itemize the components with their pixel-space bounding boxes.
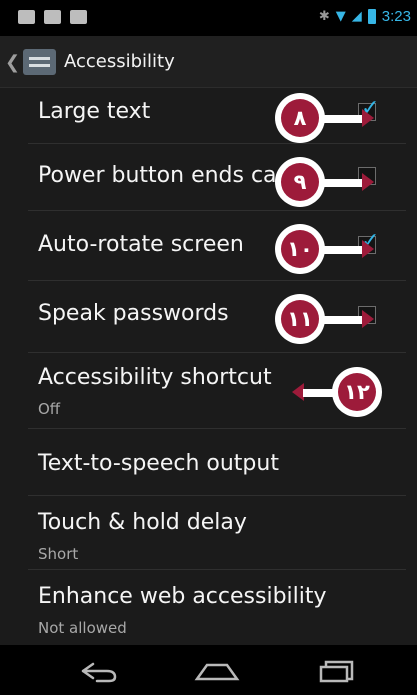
setting-title: Enhance web accessibility: [38, 584, 327, 609]
callout-label: ١٢: [338, 373, 376, 411]
setting-title: Text-to-speech output: [38, 451, 279, 476]
setting-title: Accessibility shortcut: [38, 365, 272, 390]
mail-icon: [18, 10, 35, 24]
setting-title: Large text: [38, 99, 151, 124]
status-bar: ✱ ▼ ◢ 3:23: [0, 0, 417, 36]
callout-arrow: [320, 246, 363, 254]
callout-arrow: [320, 316, 363, 324]
action-bar: ❮ Accessibility: [0, 36, 417, 88]
recent-apps-icon[interactable]: [318, 659, 356, 684]
download-icon: [44, 10, 61, 24]
callout-arrow: [320, 115, 363, 123]
accessibility-settings-icon[interactable]: [23, 49, 56, 75]
wifi-icon: ▼: [335, 9, 346, 24]
callout-arrowhead: [362, 109, 374, 127]
callout-arrowhead: [362, 310, 374, 328]
navigation-bar: [0, 645, 417, 695]
setting-touch-hold-delay[interactable]: Touch & hold delay Short: [28, 496, 406, 570]
callout-badge: ١٢: [335, 370, 379, 414]
notification-icons: [18, 10, 87, 24]
setting-enhance-web[interactable]: Enhance web accessibility Not allowed: [28, 570, 406, 645]
callout-11: ١١: [278, 297, 378, 341]
chevron-left-icon[interactable]: ❮: [5, 52, 20, 73]
setting-subtitle: Short: [38, 545, 79, 563]
settings-list: Large text ✓ Power button ends ca Auto-r…: [0, 88, 417, 645]
callout-label: ٩: [281, 163, 319, 201]
callout-badge: ١٠: [278, 227, 322, 271]
setting-title: Touch & hold delay: [38, 510, 247, 535]
callout-arrow: [320, 179, 363, 187]
back-icon[interactable]: [79, 659, 119, 683]
setting-text-to-speech[interactable]: Text-to-speech output: [28, 429, 406, 496]
callout-8: ٨: [278, 96, 378, 140]
setting-subtitle: Not allowed: [38, 619, 127, 637]
setting-title: Auto-rotate screen: [38, 232, 244, 257]
battery-icon: [367, 9, 376, 24]
callout-12: ١٢: [292, 370, 382, 414]
callout-badge: ٨: [278, 96, 322, 140]
setting-title: Power button ends ca: [38, 163, 277, 188]
game-controller-icon: [70, 10, 87, 24]
page-title: Accessibility: [64, 51, 175, 72]
callout-label: ٨: [281, 99, 319, 137]
home-icon[interactable]: [194, 659, 240, 683]
system-status: ✱ ▼ ◢ 3:23: [319, 8, 411, 25]
signal-icon: ◢: [351, 9, 362, 24]
callout-10: ١٠: [278, 227, 378, 271]
callout-badge: ٩: [278, 160, 322, 204]
callout-9: ٩: [278, 160, 378, 204]
callout-arrowhead: [362, 240, 374, 258]
callout-label: ١٠: [281, 230, 319, 268]
setting-subtitle: Off: [38, 400, 61, 418]
callout-badge: ١١: [278, 297, 322, 341]
callout-label: ١١: [281, 300, 319, 338]
clock: 3:23: [381, 8, 411, 25]
setting-title: Speak passwords: [38, 301, 229, 326]
bluetooth-icon: ✱: [318, 9, 330, 24]
callout-arrow: [303, 389, 337, 397]
callout-arrowhead: [362, 173, 374, 191]
